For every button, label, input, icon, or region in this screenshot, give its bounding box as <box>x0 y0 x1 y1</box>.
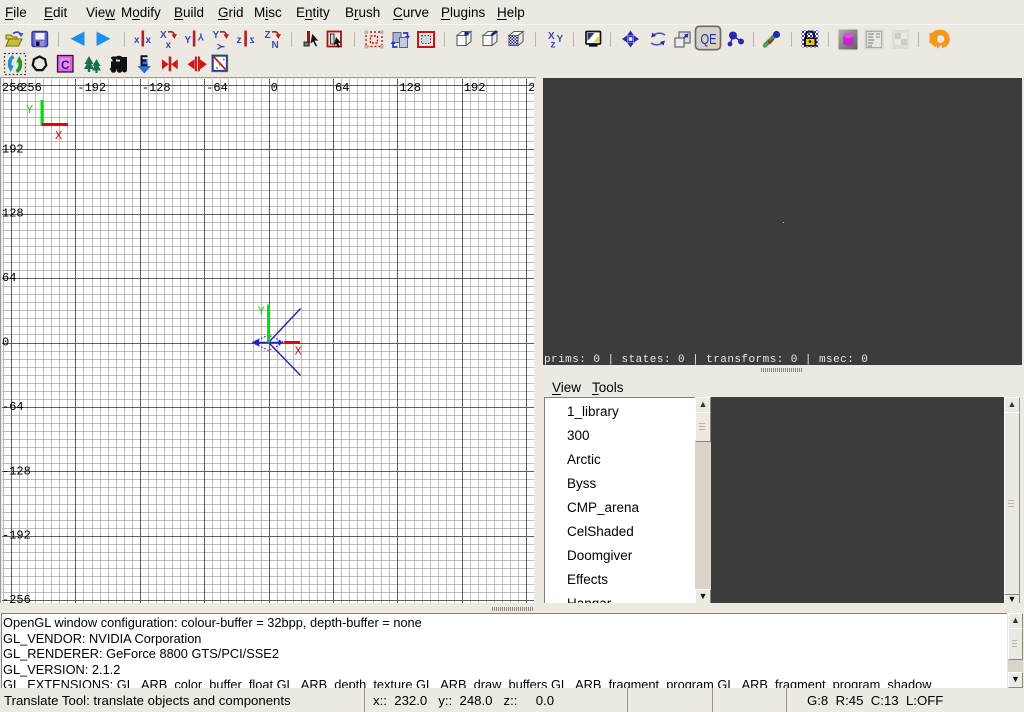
svg-text:Y: Y <box>258 305 265 319</box>
svg-text:64: 64 <box>2 271 16 285</box>
svg-text:z: z <box>237 35 242 46</box>
svg-text:-128: -128 <box>2 464 31 478</box>
svg-text:-192: -192 <box>77 81 106 95</box>
svg-text:-192: -192 <box>2 529 31 543</box>
svg-text:N: N <box>272 40 279 51</box>
svg-text:-64: -64 <box>2 400 24 414</box>
svg-text:0: 0 <box>2 336 9 350</box>
svg-text:Y: Y <box>213 30 220 41</box>
svg-text:X: X <box>295 345 302 359</box>
svg-text:Y: Y <box>185 35 192 46</box>
svg-text:0: 0 <box>271 81 278 95</box>
svg-text:C: C <box>61 58 70 72</box>
svg-text:-128: -128 <box>142 81 171 95</box>
svg-text:Z: Z <box>265 30 271 41</box>
svg-text:64: 64 <box>335 81 349 95</box>
svg-text:256: 256 <box>2 81 24 95</box>
svg-text:x: x <box>134 35 140 46</box>
svg-text:z: z <box>250 35 255 46</box>
svg-text:X: X <box>55 129 62 143</box>
svg-text:-64: -64 <box>206 81 228 95</box>
svg-text:192: 192 <box>464 81 486 95</box>
svg-text:128: 128 <box>399 81 421 95</box>
svg-text:128: 128 <box>2 207 24 221</box>
svg-text:192: 192 <box>2 142 24 156</box>
svg-text:Y: Y <box>217 43 228 50</box>
svg-text:z: z <box>551 40 556 51</box>
svg-text:Y: Y <box>26 103 33 117</box>
svg-text:x: x <box>146 35 152 46</box>
svg-text:x: x <box>166 40 172 51</box>
svg-text:Y: Y <box>557 34 564 45</box>
svg-text:QE: QE <box>701 31 717 48</box>
svg-text:256: 256 <box>528 81 534 95</box>
svg-text:-256: -256 <box>2 593 31 603</box>
svg-text:Y: Y <box>198 31 205 42</box>
